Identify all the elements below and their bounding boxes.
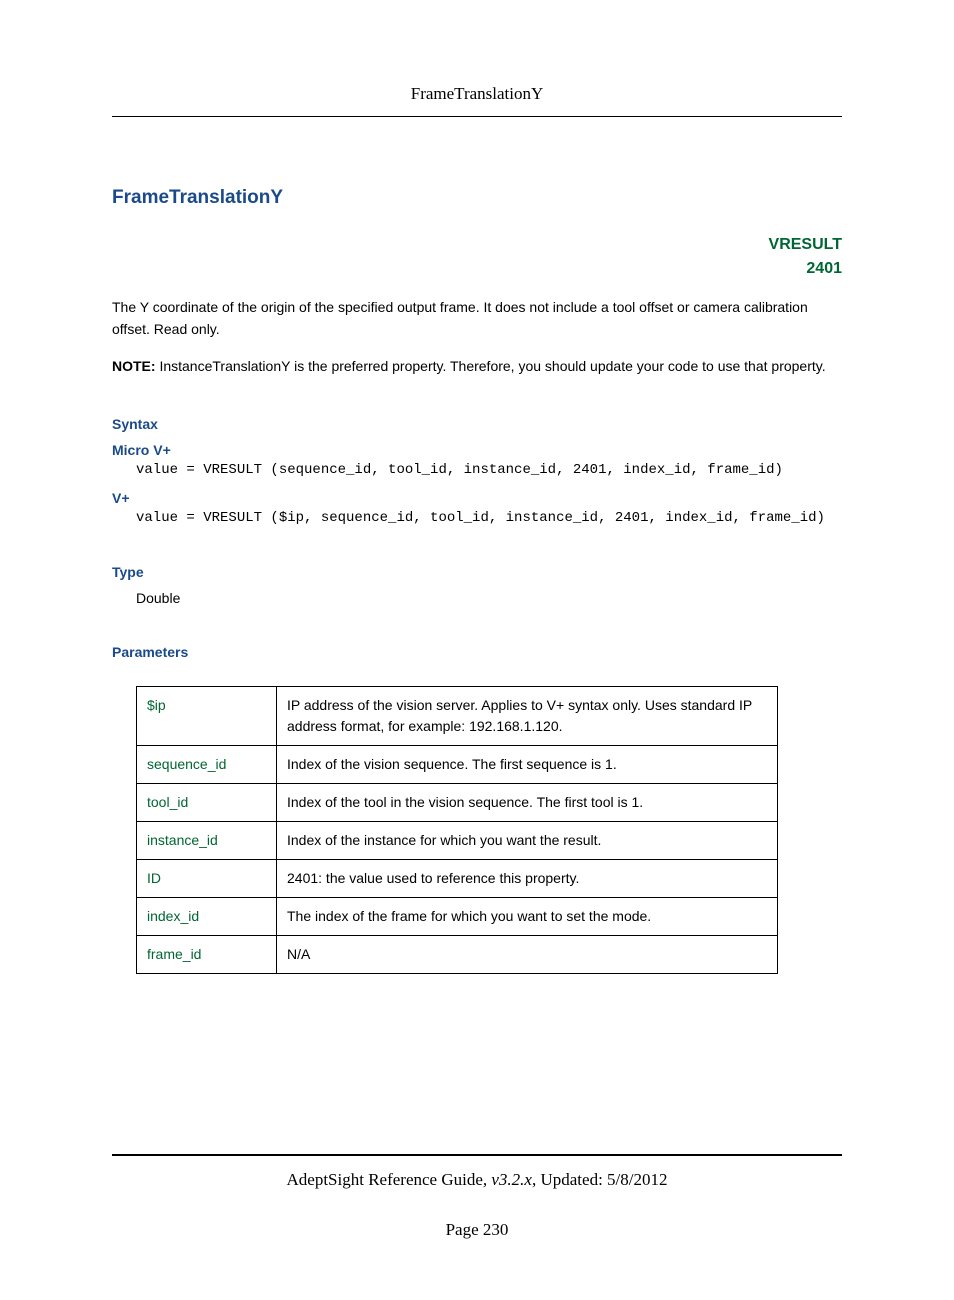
page-header: FrameTranslationY [112, 84, 842, 117]
vresult-badge: VRESULT 2401 [112, 233, 842, 281]
param-desc: The index of the frame for which you wan… [277, 898, 778, 936]
vplus-code: value = VRESULT ($ip, sequence_id, tool_… [136, 510, 842, 526]
param-name: ID [137, 860, 277, 898]
header-title: FrameTranslationY [411, 84, 544, 103]
param-name: tool_id [137, 784, 277, 822]
note-label: NOTE: [112, 358, 156, 374]
param-desc: IP address of the vision server. Applies… [277, 687, 778, 746]
param-desc: Index of the tool in the vision sequence… [277, 784, 778, 822]
table-row: instance_idIndex of the instance for whi… [137, 822, 778, 860]
footer-updated: , Updated: 5/8/2012 [532, 1170, 668, 1189]
parameters-heading: Parameters [112, 644, 842, 660]
param-desc: Index of the vision sequence. The first … [277, 746, 778, 784]
param-name: instance_id [137, 822, 277, 860]
parameters-table: $ipIP address of the vision server. Appl… [136, 686, 778, 974]
param-desc: Index of the instance for which you want… [277, 822, 778, 860]
micro-code: value = VRESULT (sequence_id, tool_id, i… [136, 462, 842, 478]
footer-guide: AdeptSight Reference Guide [287, 1170, 483, 1189]
vresult-label: VRESULT [112, 233, 842, 257]
page-number: Page 230 [112, 1220, 842, 1240]
param-name: frame_id [137, 936, 277, 974]
page-title: FrameTranslationY [112, 187, 283, 209]
param-name: $ip [137, 687, 277, 746]
param-name: index_id [137, 898, 277, 936]
type-heading: Type [112, 564, 842, 580]
table-row: tool_idIndex of the tool in the vision s… [137, 784, 778, 822]
table-row: index_idThe index of the frame for which… [137, 898, 778, 936]
note-paragraph: NOTE: InstanceTranslationY is the prefer… [112, 356, 842, 378]
table-row: sequence_idIndex of the vision sequence.… [137, 746, 778, 784]
footer-version: , v3.2.x [483, 1170, 532, 1189]
micro-vplus-label: Micro V+ [112, 442, 842, 458]
footer-line: AdeptSight Reference Guide, v3.2.x, Upda… [112, 1170, 842, 1190]
param-desc: 2401: the value used to reference this p… [277, 860, 778, 898]
param-desc: N/A [277, 936, 778, 974]
intro-text: The Y coordinate of the origin of the sp… [112, 297, 842, 340]
vresult-code: 2401 [112, 257, 842, 281]
table-row: ID2401: the value used to reference this… [137, 860, 778, 898]
table-row: $ipIP address of the vision server. Appl… [137, 687, 778, 746]
vplus-label: V+ [112, 490, 842, 506]
footer-rule: AdeptSight Reference Guide, v3.2.x, Upda… [112, 1154, 842, 1240]
syntax-heading: Syntax [112, 416, 842, 432]
note-text: InstanceTranslationY is the preferred pr… [156, 358, 826, 374]
type-value: Double [136, 590, 842, 606]
param-name: sequence_id [137, 746, 277, 784]
table-row: frame_idN/A [137, 936, 778, 974]
